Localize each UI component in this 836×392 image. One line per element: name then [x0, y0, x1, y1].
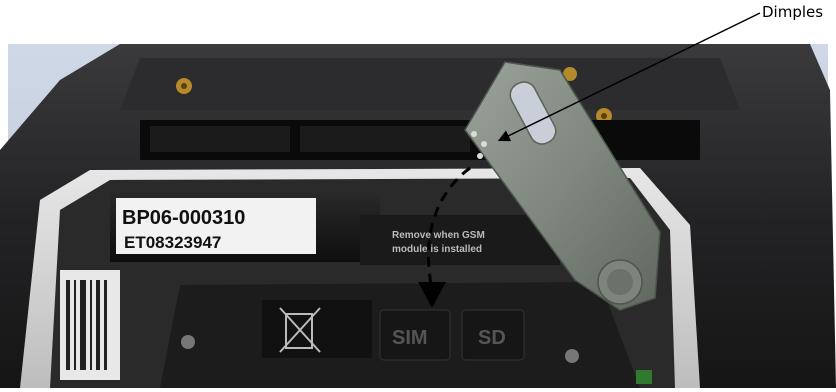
battery-label-line2: ET08323947: [124, 233, 221, 252]
device-photo-illustration: BP06-000310 ET08323947 Remove when GSM m…: [0, 12, 836, 388]
device-top-band: [120, 58, 740, 110]
gsm-notice-line2: module is installed: [392, 244, 482, 255]
battery-label-line1: BP06-000310: [122, 207, 245, 229]
compartment-screw-left: [181, 335, 195, 349]
dimples-callout-label: Dimples: [762, 3, 824, 21]
green-component: [636, 370, 652, 384]
gsm-notice-line1: Remove when GSM: [392, 230, 485, 241]
device-photo: BP06-000310 ET08323947 Remove when GSM m…: [0, 0, 836, 388]
sim-slot-label: SIM: [392, 327, 428, 349]
sd-slot-label: SD: [478, 327, 506, 349]
barcode-sticker: [60, 270, 120, 380]
compartment-screw-right: [565, 349, 579, 363]
